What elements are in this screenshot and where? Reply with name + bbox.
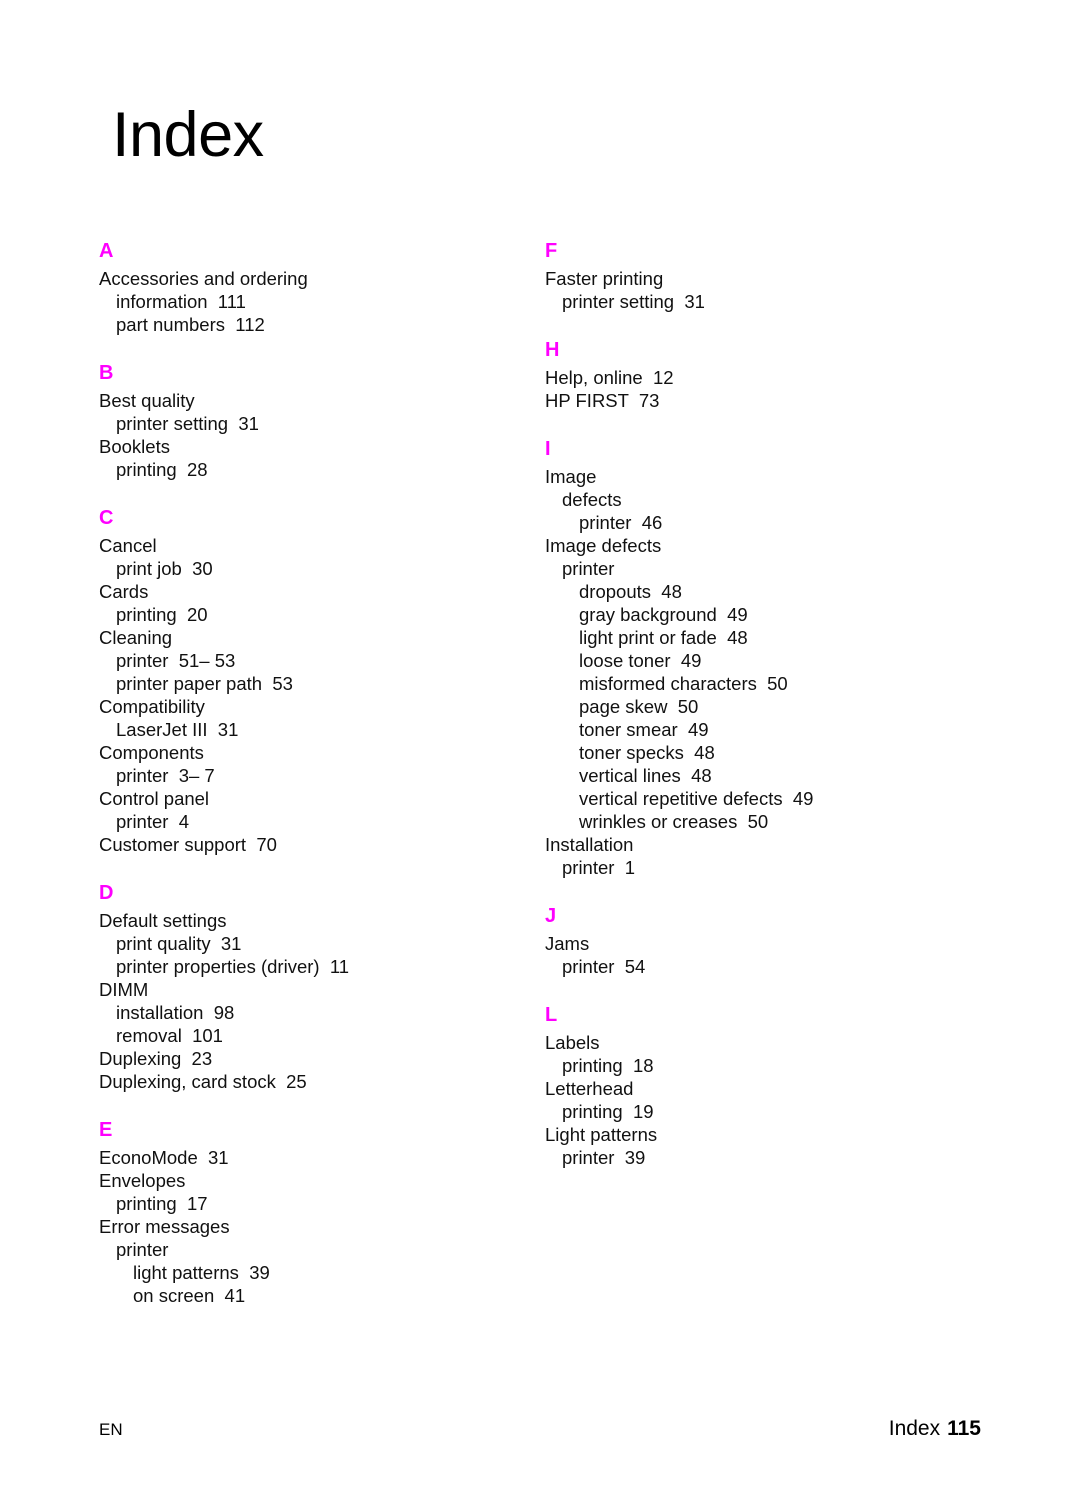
index-section-a: A Accessories and ordering information 111… — [99, 240, 539, 336]
index-entry[interactable]: Installation — [545, 833, 985, 856]
index-subentry[interactable]: misformed characters 50 — [545, 672, 985, 695]
index-subentry[interactable]: information 111 — [99, 290, 539, 313]
index-subentry[interactable]: print quality 31 — [99, 932, 539, 955]
index-entry[interactable]: Error messages — [99, 1215, 539, 1238]
index-entry[interactable]: Compatibility — [99, 695, 539, 718]
section-letter-heading: C — [99, 507, 114, 529]
index-subentry[interactable]: defects — [545, 488, 985, 511]
index-subentry[interactable]: printer 3– 7 — [99, 764, 539, 787]
section-letter-heading: H — [545, 339, 560, 361]
index-section-f: F Faster printing printer setting 31 — [545, 240, 985, 313]
index-subentry[interactable]: printer 51– 53 — [99, 649, 539, 672]
index-subentry[interactable]: vertical lines 48 — [545, 764, 985, 787]
index-section-h: H Help, online 12 HP FIRST 73 — [545, 339, 985, 412]
index-subentry[interactable]: printer paper path 53 — [99, 672, 539, 695]
section-letter-heading: J — [545, 905, 557, 927]
index-subentry[interactable]: wrinkles or creases 50 — [545, 810, 985, 833]
index-subentry[interactable]: toner smear 49 — [545, 718, 985, 741]
index-subentry[interactable]: toner specks 48 — [545, 741, 985, 764]
index-subentry[interactable]: loose toner 49 — [545, 649, 985, 672]
index-entry[interactable]: Letterhead — [545, 1077, 985, 1100]
index-column-left: A Accessories and ordering information 111… — [99, 240, 539, 1307]
index-section-c: C Cancel print job 30 Cards printing 20 Clean… — [99, 507, 539, 856]
footer-language-label: EN — [99, 1420, 123, 1439]
section-letter-heading: L — [545, 1004, 558, 1026]
index-entry[interactable]: Accessories and ordering — [99, 267, 539, 290]
index-subentry[interactable]: light print or fade 48 — [545, 626, 985, 649]
index-entry[interactable]: Duplexing, card stock 25 — [99, 1070, 539, 1093]
section-letter-heading: I — [545, 438, 551, 460]
index-entry[interactable]: Labels — [545, 1031, 985, 1054]
index-subentry[interactable]: printer 46 — [545, 511, 985, 534]
index-entry[interactable]: Help, online 12 — [545, 366, 985, 389]
footer-page-number: 115 — [947, 1417, 981, 1440]
index-subentry[interactable]: gray background 49 — [545, 603, 985, 626]
index-subentry[interactable]: printer setting 31 — [99, 412, 539, 435]
index-entry[interactable]: Control panel — [99, 787, 539, 810]
index-entry[interactable]: HP FIRST 73 — [545, 389, 985, 412]
index-entry[interactable]: Booklets — [99, 435, 539, 458]
index-entry[interactable]: Envelopes — [99, 1169, 539, 1192]
section-letter-heading: A — [99, 240, 114, 262]
index-section-d: D Default settings print quality 31 printer… — [99, 882, 539, 1093]
index-subentry[interactable]: removal 101 — [99, 1024, 539, 1047]
index-section-i: I Image defects printer 46 Image defects prin… — [545, 438, 985, 879]
index-section-l: L Labels printing 18 Letterhead printing 19 L… — [545, 1004, 985, 1169]
index-subentry[interactable]: page skew 50 — [545, 695, 985, 718]
index-subentry[interactable]: printer — [545, 557, 985, 580]
index-page: Index A Accessories and ordering informati… — [0, 0, 1080, 1495]
index-entry[interactable]: Jams — [545, 932, 985, 955]
index-entry[interactable]: Cancel — [99, 534, 539, 557]
index-entry[interactable]: Cards — [99, 580, 539, 603]
index-columns: A Accessories and ordering information 111… — [0, 240, 1080, 1307]
index-entry[interactable]: Light patterns — [545, 1123, 985, 1146]
index-subentry[interactable]: printing 20 — [99, 603, 539, 626]
section-letter-heading: F — [545, 240, 558, 262]
index-entry[interactable]: Duplexing 23 — [99, 1047, 539, 1070]
index-subentry[interactable]: printer — [99, 1238, 539, 1261]
section-letter-heading: B — [99, 362, 114, 384]
section-letter-heading: E — [99, 1119, 113, 1141]
index-subentry[interactable]: LaserJet III 31 — [99, 718, 539, 741]
index-section-e: E EconoMode 31 Envelopes printing 17 Error m… — [99, 1119, 539, 1307]
index-entry[interactable]: Faster printing — [545, 267, 985, 290]
index-subentry[interactable]: printer properties (driver) 11 — [99, 955, 539, 978]
section-letter-heading: D — [99, 882, 114, 904]
index-subentry[interactable]: printer 4 — [99, 810, 539, 833]
footer-page-indicator: Index 115 — [889, 1418, 981, 1440]
index-subentry[interactable]: light patterns 39 — [99, 1261, 539, 1284]
page-title: Index — [112, 100, 264, 171]
index-subentry[interactable]: printing 17 — [99, 1192, 539, 1215]
index-entry[interactable]: Cleaning — [99, 626, 539, 649]
index-subentry[interactable]: printer 54 — [545, 955, 985, 978]
index-column-right: F Faster printing printer setting 31 H Help,… — [545, 240, 985, 1307]
index-subentry[interactable]: printer 39 — [545, 1146, 985, 1169]
page-footer: EN Index 115 — [99, 1418, 981, 1440]
index-subentry[interactable]: part numbers 112 — [99, 313, 539, 336]
index-subentry[interactable]: vertical repetitive defects 49 — [545, 787, 985, 810]
index-entry[interactable]: DIMM — [99, 978, 539, 1001]
index-subentry[interactable]: installation 98 — [99, 1001, 539, 1024]
index-section-j: J Jams printer 54 — [545, 905, 985, 978]
index-subentry[interactable]: printing 28 — [99, 458, 539, 481]
index-subentry[interactable]: print job 30 — [99, 557, 539, 580]
index-entry[interactable]: Image — [545, 465, 985, 488]
index-subentry[interactable]: on screen 41 — [99, 1284, 539, 1307]
index-subentry[interactable]: printer setting 31 — [545, 290, 985, 313]
index-entry[interactable]: EconoMode 31 — [99, 1146, 539, 1169]
index-subentry[interactable]: dropouts 48 — [545, 580, 985, 603]
index-entry[interactable]: Components — [99, 741, 539, 764]
index-subentry[interactable]: printing 18 — [545, 1054, 985, 1077]
index-subentry[interactable]: printer 1 — [545, 856, 985, 879]
index-section-b: B Best quality printer setting 31 Booklets p… — [99, 362, 539, 481]
index-entry[interactable]: Best quality — [99, 389, 539, 412]
index-subentry[interactable]: printing 19 — [545, 1100, 985, 1123]
footer-section-label: Index — [888, 1417, 941, 1440]
index-entry[interactable]: Default settings — [99, 909, 539, 932]
index-entry[interactable]: Customer support 70 — [99, 833, 539, 856]
index-entry[interactable]: Image defects — [545, 534, 985, 557]
